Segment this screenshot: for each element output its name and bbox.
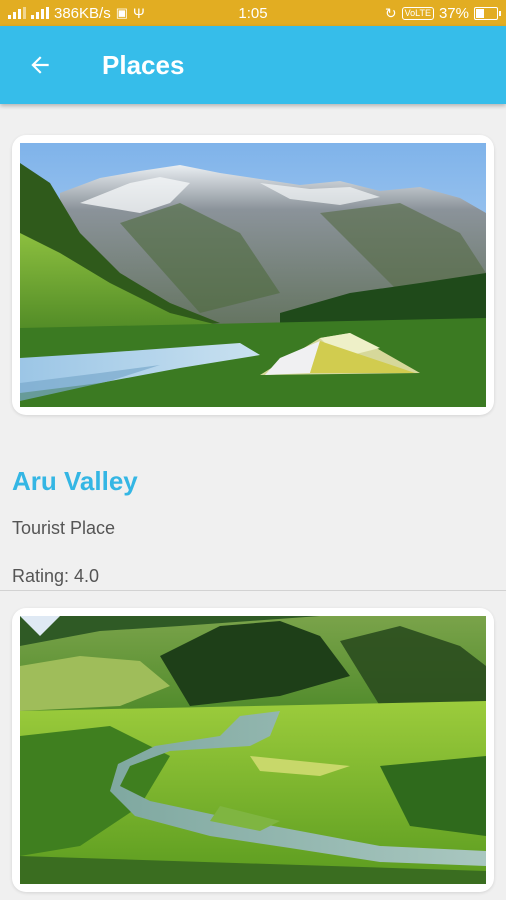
battery-icon [474,6,501,20]
network-speed: 386KB/s [54,4,111,22]
notification-icon: ▣ [115,5,129,20]
back-button[interactable] [10,35,70,95]
signal-icon-2 [31,7,49,19]
place-image [20,143,486,407]
place-type: Tourist Place [12,518,116,538]
app-bar: Places [0,26,506,104]
place-image-card[interactable] [12,135,494,415]
divider [0,590,506,591]
place-name[interactable]: Aru Valley [12,466,138,497]
clock: 1:05 [238,4,268,22]
arrow-left-icon [31,56,49,74]
place-image-card[interactable] [12,608,494,892]
usb-icon: Ψ [133,5,145,21]
sync-icon: ↻ [384,4,397,21]
battery-percent: 37% [438,4,469,22]
volte-badge: VoLTE [401,6,434,20]
signal-icon [8,7,26,19]
place-image [20,616,486,884]
place-rating: Rating: 4.0 [12,566,100,586]
page-title: Places [102,49,185,80]
status-bar: 386KB/s ▣ Ψ 1:05 ↻ VoLTE 37% [0,0,506,26]
